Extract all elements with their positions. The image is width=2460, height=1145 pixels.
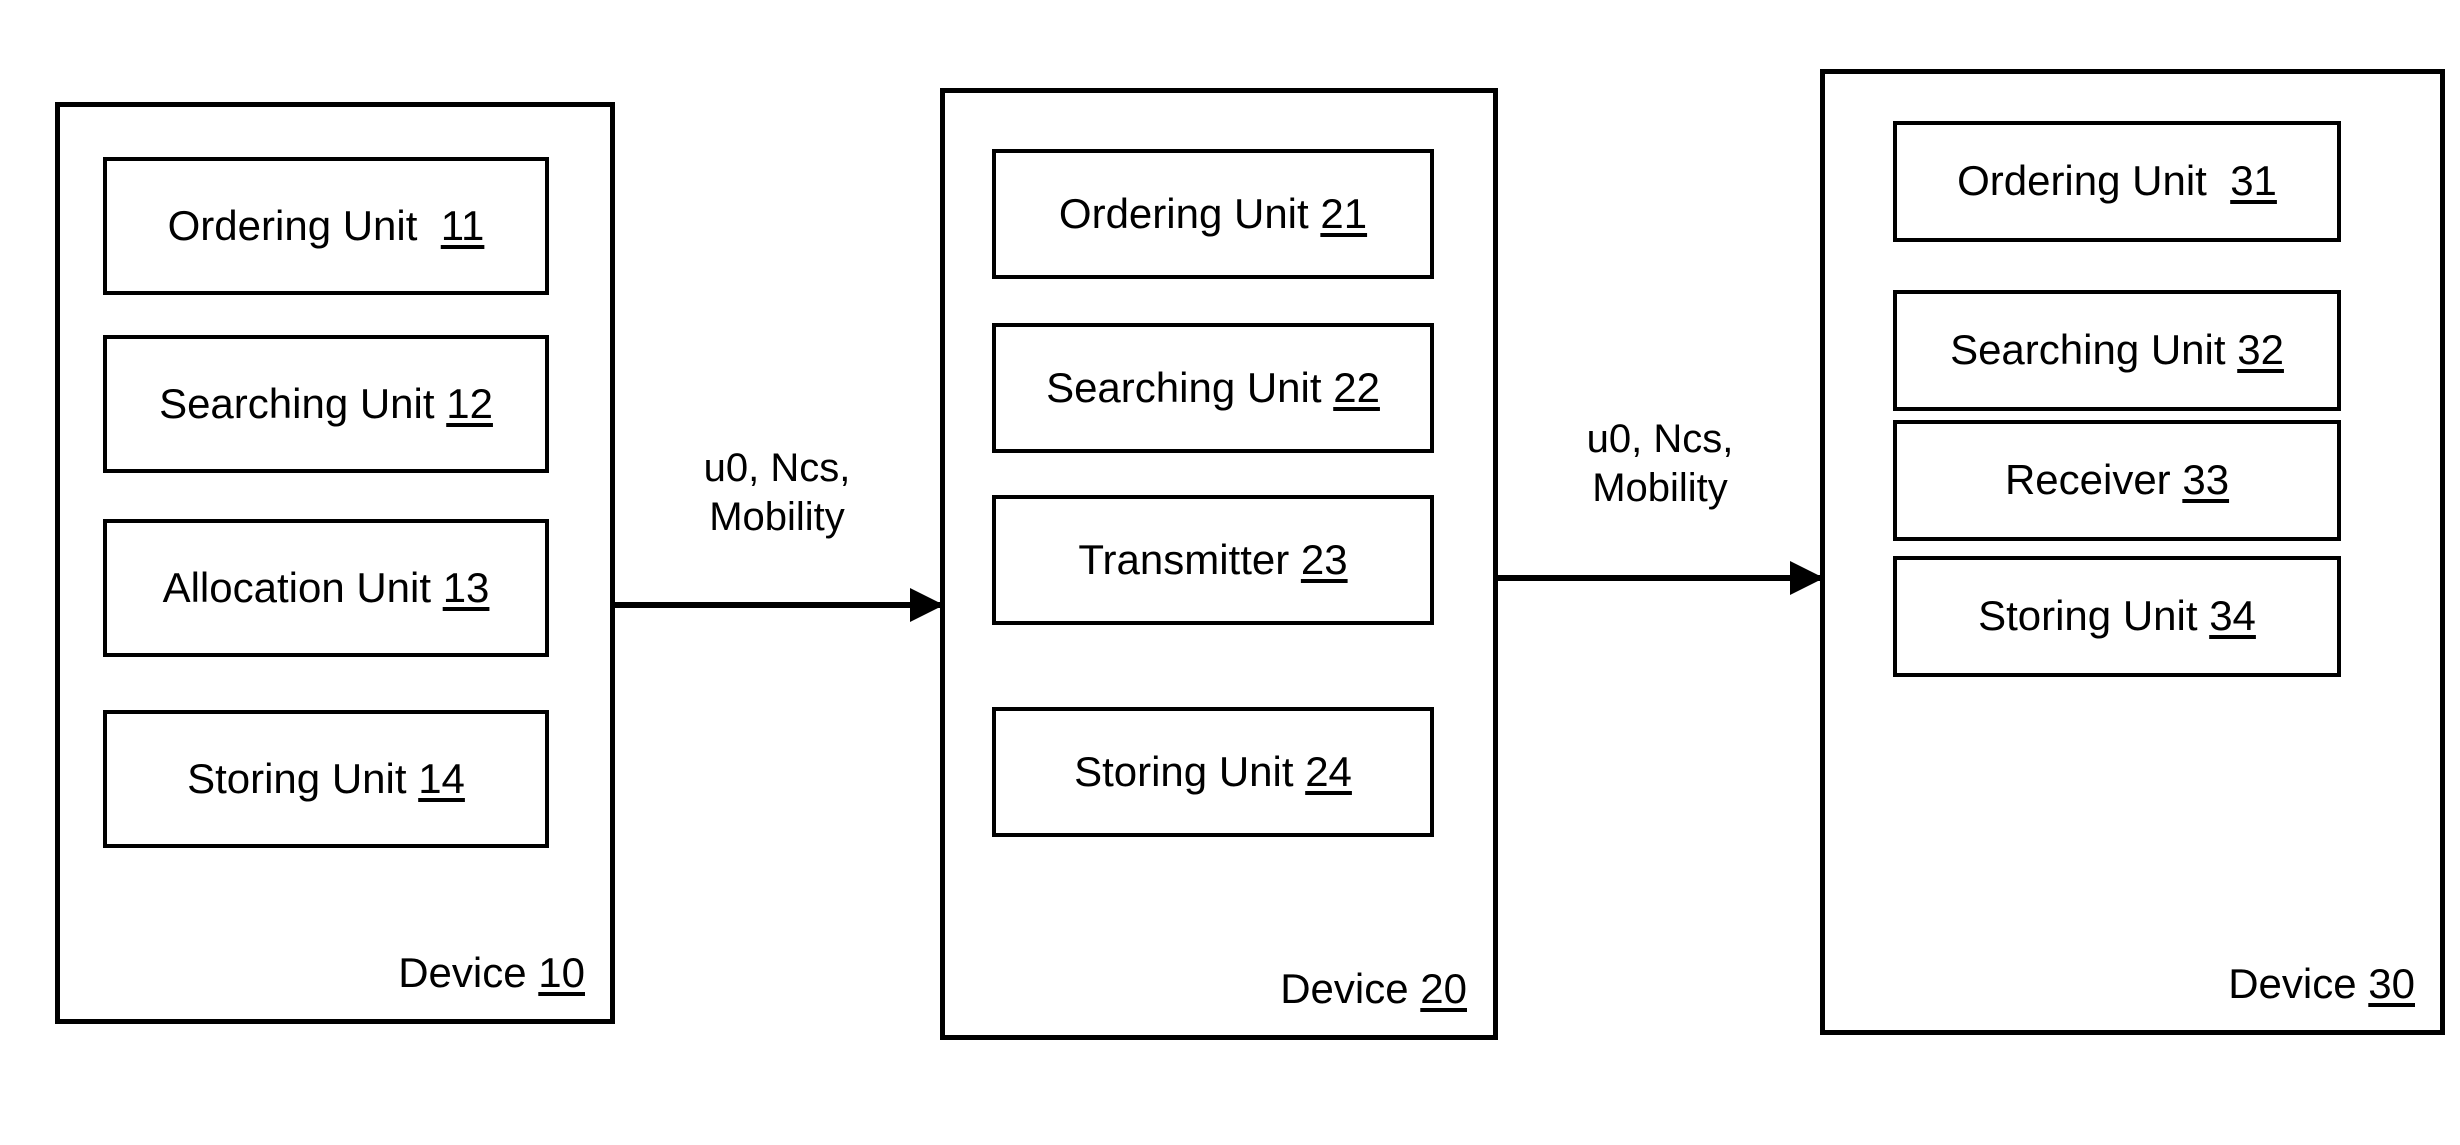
unit-ordering-11: Ordering Unit 11 xyxy=(103,157,549,295)
arrow-20-to-30 xyxy=(1498,575,1820,581)
device-10-box: Ordering Unit 11 Searching Unit 12 Alloc… xyxy=(55,102,615,1024)
device-20-box: Ordering Unit 21 Searching Unit 22 Trans… xyxy=(940,88,1498,1040)
unit-receiver-33-label: Receiver 33 xyxy=(2004,456,2230,504)
device-20-caption: Device 20 xyxy=(1280,965,1467,1012)
unit-searching-32-label: Searching Unit 32 xyxy=(1950,326,2284,374)
unit-storing-24-label: Storing Unit 24 xyxy=(1074,747,1352,795)
unit-storing-24: Storing Unit 24 xyxy=(992,707,1434,837)
unit-allocation-13: Allocation Unit 13 xyxy=(103,519,549,657)
unit-ordering-21-label: Ordering Unit 21 xyxy=(1058,189,1368,237)
unit-ordering-31-label: Ordering Unit 31 xyxy=(1957,157,2277,205)
unit-allocation-13-label: Allocation Unit 13 xyxy=(162,563,490,611)
arrow-20-to-30-label: u0, Ncs, Mobility xyxy=(1586,417,1734,510)
unit-ordering-21: Ordering Unit 21 xyxy=(992,149,1434,279)
unit-ordering-11-label: Ordering Unit 11 xyxy=(167,201,485,249)
device-10-caption: Device 10 xyxy=(398,949,585,996)
unit-searching-12-label: Searching Unit 12 xyxy=(159,379,493,427)
unit-searching-22-label: Searching Unit 22 xyxy=(1046,363,1380,411)
unit-storing-34: Storing Unit 34 xyxy=(1893,556,2341,677)
figure-canvas: Ordering Unit 11 Searching Unit 12 Alloc… xyxy=(0,0,2460,1145)
unit-storing-14: Storing Unit 14 xyxy=(103,710,549,848)
unit-receiver-33: Receiver 33 xyxy=(1893,420,2341,541)
unit-ordering-31: Ordering Unit 31 xyxy=(1893,121,2341,242)
unit-storing-14-label: Storing Unit 14 xyxy=(187,754,465,802)
arrow-10-to-20 xyxy=(615,602,940,608)
unit-searching-22: Searching Unit 22 xyxy=(992,323,1434,453)
unit-transmitter-23: Transmitter 23 xyxy=(992,495,1434,625)
device-30-caption: Device 30 xyxy=(2228,960,2415,1007)
unit-transmitter-23-label: Transmitter 23 xyxy=(1078,535,1348,583)
unit-searching-32: Searching Unit 32 xyxy=(1893,290,2341,411)
device-30-box: Ordering Unit 31 Searching Unit 32 Recei… xyxy=(1820,69,2445,1035)
arrow-10-to-20-label: u0, Ncs, Mobility xyxy=(703,446,851,539)
unit-searching-12: Searching Unit 12 xyxy=(103,335,549,473)
unit-storing-34-label: Storing Unit 34 xyxy=(1978,592,2256,640)
